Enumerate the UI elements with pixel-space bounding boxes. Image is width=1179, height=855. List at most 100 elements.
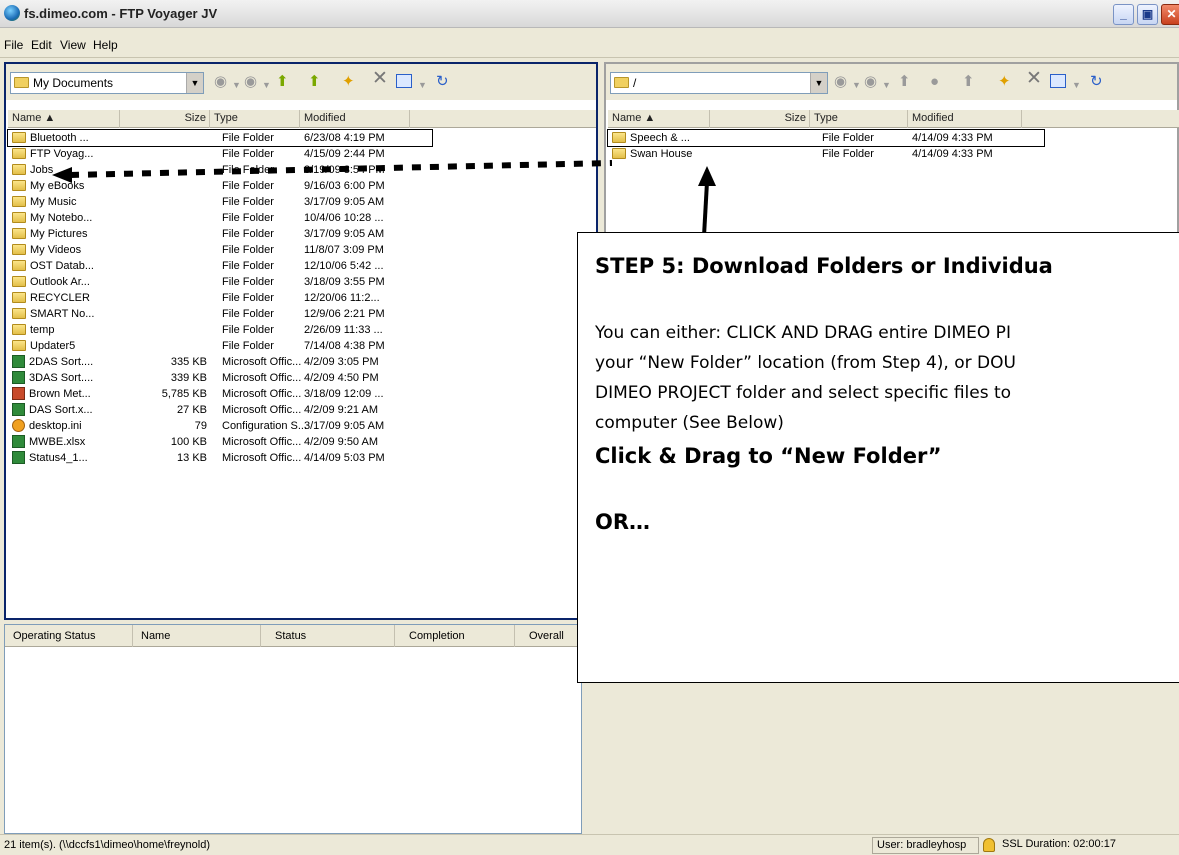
table-row[interactable]: Updater5 File Folder 7/14/08 4:38 PM <box>8 338 432 354</box>
table-row[interactable]: My Videos File Folder 11/8/07 3:09 PM <box>8 242 432 258</box>
back-dropdown-icon[interactable]: ▼ <box>852 77 861 93</box>
table-row[interactable]: My Pictures File Folder 3/17/09 9:05 AM <box>8 226 432 242</box>
menu-help[interactable]: Help <box>93 38 118 52</box>
forward-icon[interactable]: ◉ <box>244 74 257 90</box>
file-name: Status4_1... <box>12 450 88 466</box>
column-type-header[interactable]: Type <box>210 110 300 128</box>
column-type-header[interactable]: Type <box>810 110 908 128</box>
table-row[interactable]: Bluetooth ... File Folder 6/23/08 4:19 PM <box>7 129 433 147</box>
table-row[interactable]: Swan House File Folder 4/14/09 4:33 PM <box>608 146 1044 162</box>
home-icon[interactable]: ⬆ <box>308 74 321 90</box>
table-row[interactable]: SMART No... File Folder 12/9/06 2:21 PM <box>8 306 432 322</box>
file-size: 79 <box>194 420 207 432</box>
forward-dropdown-icon[interactable]: ▼ <box>262 77 271 93</box>
file-modified: 12/10/06 5:42 ... <box>304 260 384 272</box>
queue-col-status[interactable]: Status <box>261 625 395 647</box>
table-row[interactable]: 3DAS Sort.... 339 KB Microsoft Offic... 4/2… <box>8 370 432 386</box>
new-folder-icon[interactable]: ✦ <box>998 74 1011 90</box>
table-row[interactable]: temp File Folder 2/26/09 11:33 ... <box>8 322 432 338</box>
table-row[interactable]: My Notebo... File Folder 10/4/06 10:28 ... <box>8 210 432 226</box>
minimize-button[interactable]: _ <box>1113 4 1134 25</box>
file-type: Configuration S... <box>222 420 307 432</box>
forward-dropdown-icon[interactable]: ▼ <box>882 77 891 93</box>
table-row[interactable]: My Music File Folder 3/17/09 9:05 AM <box>8 194 432 210</box>
table-row[interactable]: desktop.ini 79 Configuration S... 3/17/09 9… <box>8 418 432 434</box>
file-type: Microsoft Offic... <box>222 372 302 384</box>
file-name: Outlook Ar... <box>12 274 90 290</box>
home-icon[interactable]: ⬆ <box>962 74 975 90</box>
table-row[interactable]: Brown Met... 5,785 KB Microsoft Offic... 3/… <box>8 386 432 402</box>
table-row[interactable]: Outlook Ar... File Folder 3/18/09 3:55 PM <box>8 274 432 290</box>
folder-icon <box>12 260 26 271</box>
queue-col-completion[interactable]: Completion <box>395 625 515 647</box>
up-folder-icon[interactable]: ⬆ <box>276 74 289 90</box>
menu-file[interactable]: File <box>4 38 23 52</box>
menu-edit[interactable]: Edit <box>31 38 52 52</box>
file-modified: 12/20/06 11:2... <box>304 292 380 304</box>
callout-line-4: computer (See Below) <box>595 413 784 433</box>
view-dropdown-icon[interactable]: ▼ <box>418 77 427 93</box>
file-name: Speech & ... <box>612 130 690 146</box>
stop-icon[interactable]: ● <box>930 74 939 90</box>
file-type: File Folder <box>222 212 274 224</box>
callout-subheading-drag: Click & Drag to “New Folder” <box>595 444 942 468</box>
local-toolbar: My Documents ▼ ◉ ▼ ◉ ▼ ⬆ ⬆ ✦ ✕ ▼ ↻ <box>6 64 596 100</box>
view-dropdown-icon[interactable]: ▼ <box>1072 77 1081 93</box>
remote-address-combo[interactable]: / ▼ <box>610 72 828 94</box>
column-size-header[interactable]: Size <box>710 110 810 128</box>
file-type: Microsoft Offic... <box>222 356 302 368</box>
column-name-header[interactable]: Name ▲ <box>608 110 710 128</box>
file-name: My Notebo... <box>12 210 92 226</box>
column-size-header[interactable]: Size <box>120 110 210 128</box>
table-row[interactable]: DAS Sort.x... 27 KB Microsoft Offic... 4/2/… <box>8 402 432 418</box>
table-row[interactable]: 2DAS Sort.... 335 KB Microsoft Offic... 4/2… <box>8 354 432 370</box>
excel-file-icon <box>12 371 25 384</box>
refresh-icon[interactable]: ↻ <box>1090 74 1103 90</box>
queue-col-name[interactable]: Name <box>133 625 261 647</box>
local-address-text: My Documents <box>33 76 114 90</box>
file-type: Microsoft Offic... <box>222 404 302 416</box>
table-row[interactable]: OST Datab... File Folder 12/10/06 5:42 ... <box>8 258 432 274</box>
table-row[interactable]: RECYCLER File Folder 12/20/06 11:2... <box>8 290 432 306</box>
table-row[interactable]: Speech & ... File Folder 4/14/09 4:33 PM <box>607 129 1045 147</box>
column-modified-header[interactable]: Modified <box>908 110 1022 128</box>
back-dropdown-icon[interactable]: ▼ <box>232 77 241 93</box>
delete-icon[interactable]: ✕ <box>372 69 388 88</box>
menu-view[interactable]: View <box>60 38 86 52</box>
local-address-combo[interactable]: My Documents ▼ <box>10 72 204 94</box>
transfer-queue[interactable]: Operating Status Name Status Completion … <box>4 624 582 834</box>
new-folder-icon[interactable]: ✦ <box>342 74 355 90</box>
close-button[interactable]: ✕ <box>1161 4 1179 25</box>
back-icon[interactable]: ◉ <box>834 74 847 90</box>
table-row[interactable]: MWBE.xlsx 100 KB Microsoft Offic... 4/2/09 … <box>8 434 432 450</box>
file-name: My Videos <box>12 242 81 258</box>
file-modified: 4/2/09 4:50 PM <box>304 372 379 384</box>
file-name: Swan House <box>612 146 692 162</box>
queue-col-operating-status[interactable]: Operating Status <box>5 625 133 647</box>
refresh-icon[interactable]: ↻ <box>436 74 449 90</box>
excel-file-icon <box>12 435 25 448</box>
chevron-down-icon[interactable]: ▼ <box>186 73 203 93</box>
table-row[interactable]: Status4_1... 13 KB Microsoft Offic... 4/14/… <box>8 450 432 466</box>
column-modified-header[interactable]: Modified <box>300 110 410 128</box>
up-folder-icon[interactable]: ⬆ <box>898 74 911 90</box>
folder-icon <box>12 324 26 335</box>
queue-column-header: Operating Status Name Status Completion … <box>5 625 581 647</box>
chevron-down-icon[interactable]: ▼ <box>810 73 827 93</box>
local-file-pane[interactable]: My Documents ▼ ◉ ▼ ◉ ▼ ⬆ ⬆ ✦ ✕ ▼ ↻ Name … <box>4 62 598 620</box>
file-name: desktop.ini <box>12 418 82 434</box>
column-name-header[interactable]: Name ▲ <box>8 110 120 128</box>
view-mode-icon[interactable] <box>1050 74 1066 88</box>
view-mode-icon[interactable] <box>396 74 412 88</box>
drag-arrow-dotted <box>52 160 612 183</box>
status-item-count: 21 item(s). (\\dccfs1\dimeo\home\freynol… <box>4 839 211 851</box>
forward-icon[interactable]: ◉ <box>864 74 877 90</box>
maximize-button[interactable]: ▣ <box>1137 4 1158 25</box>
folder-icon <box>12 308 26 319</box>
folder-icon <box>612 148 626 159</box>
back-icon[interactable]: ◉ <box>214 74 227 90</box>
queue-col-overall[interactable]: Overall <box>515 625 583 647</box>
callout-body: You can either: CLICK AND DRAG entire DI… <box>595 318 1016 438</box>
file-name: RECYCLER <box>12 290 90 306</box>
delete-icon[interactable]: ✕ <box>1026 69 1042 88</box>
